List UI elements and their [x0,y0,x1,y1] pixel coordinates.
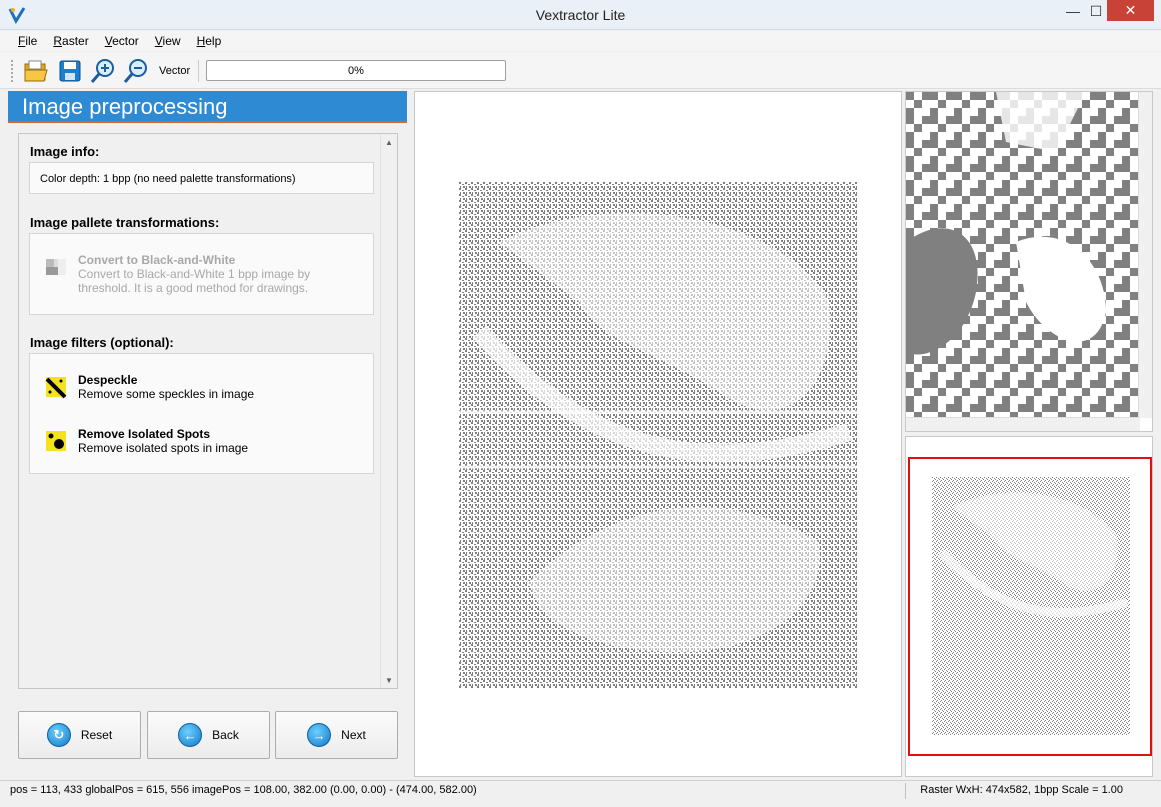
despeckle-icon [45,377,67,399]
menu-vector[interactable]: Vector [97,34,147,48]
despeckle-title: Despeckle [78,373,138,387]
menu-view[interactable]: View [147,34,189,48]
zoom-in-icon [90,59,114,83]
remove-spots-action[interactable]: Remove Isolated Spots Remove isolated sp… [44,427,364,461]
maximize-button[interactable]: ☐ [1085,0,1107,22]
toolbar-separator [198,60,199,82]
arrow-right-icon: → [307,723,332,747]
image-info-title: Image info: [30,144,100,159]
reset-button[interactable]: ↻ Reset [18,711,141,759]
open-folder-icon [24,60,48,82]
raster-image [459,182,857,688]
filters-title: Image filters (optional): [30,335,174,350]
filters-box: Despeckle Remove some speckles in image … [29,353,374,474]
isolated-spots-icon [46,431,66,451]
next-label: Next [341,728,366,742]
menu-raster[interactable]: Raster [45,34,96,48]
black-white-icon [46,259,66,275]
panel-title: Image preprocessing [8,91,407,123]
open-button[interactable] [22,57,50,85]
progress-text: 0% [348,64,364,77]
thumbnail-image [932,477,1130,735]
save-button[interactable] [56,57,84,85]
despeckle-action[interactable]: Despeckle Remove some speckles in image [44,373,364,407]
convert-bw-desc-2: threshold. It is a good method for drawi… [78,281,309,295]
save-disk-icon [59,60,81,82]
convert-bw-action[interactable]: Convert to Black-and-White Convert to Bl… [44,253,364,297]
scroll-down-arrow-icon[interactable]: ▼ [381,672,397,688]
scroll-up-arrow-icon[interactable]: ▲ [381,134,397,150]
menu-bar: File Raster Vector View Help [0,31,1161,51]
palette-box: Convert to Black-and-White Convert to Bl… [29,233,374,315]
status-separator [905,783,906,799]
back-label: Back [212,728,239,742]
image-info-box: Color depth: 1 bpp (no need palette tran… [29,162,374,194]
toolbar: Vector [0,52,1161,89]
back-button[interactable]: ← Back [147,711,270,759]
arrow-left-icon: ← [178,723,203,747]
next-button[interactable]: → Next [275,711,398,759]
toolbar-grip[interactable] [11,60,14,82]
panel-scrollbar[interactable]: ▲ ▼ [380,134,397,688]
image-info-text: Color depth: 1 bpp (no need palette tran… [40,173,296,185]
refresh-icon: ↻ [46,723,71,747]
status-position: pos = 113, 433 globalPos = 615, 556 imag… [10,784,477,796]
close-button[interactable]: ✕ [1107,0,1154,21]
progress-bar: 0% [206,60,506,81]
convert-bw-desc-1: Convert to Black-and-White 1 bpp image b… [78,267,311,281]
title-bar: Vextractor Lite — ☐ ✕ [0,0,1161,30]
status-bar: pos = 113, 433 globalPos = 615, 556 imag… [0,780,1161,800]
visible-region-frame[interactable] [908,457,1152,756]
zoomed-pixels [906,92,1140,418]
zoom-horizontal-scrollbar[interactable] [906,417,1140,431]
zoom-vertical-scrollbar[interactable] [1138,92,1152,418]
vector-label[interactable]: Vector [159,65,190,77]
preprocessing-panel: Image info: Color depth: 1 bpp (no need … [18,133,398,689]
menu-file[interactable]: File [10,34,45,48]
palette-title: Image pallete transformations: [30,215,220,230]
navigator-panel[interactable] [905,436,1153,777]
image-canvas[interactable] [414,91,902,777]
menu-help[interactable]: Help [189,34,230,48]
minimize-button[interactable]: — [1061,0,1085,22]
window-title: Vextractor Lite [535,7,626,23]
convert-bw-title: Convert to Black-and-White [78,253,236,267]
reset-label: Reset [80,728,113,742]
remove-spots-title: Remove Isolated Spots [78,427,211,441]
status-raster-info: Raster WxH: 474x582, 1bpp Scale = 1.00 [920,784,1123,796]
despeckle-desc: Remove some speckles in image [78,387,255,401]
zoom-in-button[interactable] [89,57,117,85]
zoom-preview[interactable] [905,91,1153,432]
zoom-out-icon [123,59,147,83]
zoom-out-button[interactable] [122,57,150,85]
remove-spots-desc: Remove isolated spots in image [78,441,249,455]
